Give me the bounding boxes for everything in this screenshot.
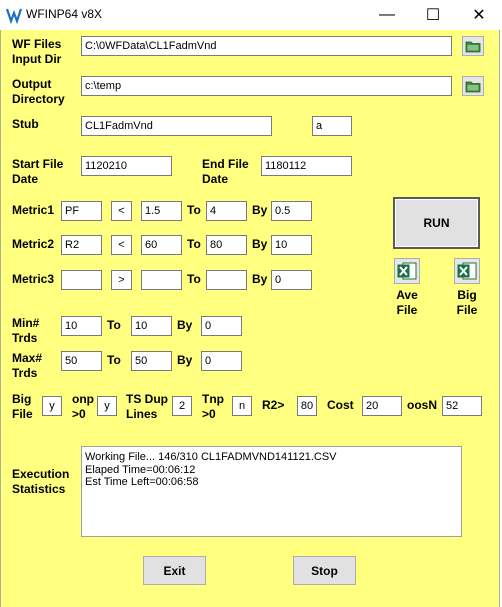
app-logo-icon bbox=[5, 6, 23, 24]
output-dir-label: Output Directory bbox=[12, 77, 65, 106]
metric2-label: Metric2 bbox=[12, 237, 55, 251]
big-file-button[interactable] bbox=[454, 258, 480, 284]
metric3-by-label: By bbox=[252, 272, 268, 286]
close-icon: ✕ bbox=[472, 7, 486, 24]
metric2-operator-input[interactable]: < bbox=[111, 235, 132, 255]
execution-statistics-label: Execution Statistics bbox=[12, 467, 70, 496]
execution-statistics-box[interactable]: Working File... 146/310 CL1FADMVND141121… bbox=[81, 446, 462, 537]
metric2-name-input[interactable]: R2 bbox=[61, 235, 102, 255]
stub-input[interactable]: CL1FadmVnd bbox=[81, 116, 272, 136]
end-date-input[interactable]: 1180112 bbox=[261, 156, 352, 176]
exit-button[interactable]: Exit bbox=[143, 556, 206, 585]
stop-button[interactable]: Stop bbox=[293, 556, 356, 585]
onp-label: onp >0 bbox=[72, 392, 94, 421]
min-trds-by-input[interactable]: 0 bbox=[201, 316, 242, 336]
execution-line: Est Time Left=00:06:58 bbox=[85, 476, 199, 488]
folder-icon bbox=[465, 81, 481, 92]
wf-files-input[interactable]: C:\0WFData\CL1FadmVnd bbox=[81, 36, 452, 56]
r2-input[interactable]: 80 bbox=[297, 396, 317, 416]
max-trds-by-label: By bbox=[177, 353, 193, 367]
ts-dup-input[interactable]: 2 bbox=[172, 396, 192, 416]
r2-label: R2> bbox=[262, 398, 285, 412]
execution-line: Working File... 146/310 CL1FADMVND141121… bbox=[85, 451, 337, 463]
start-date-input[interactable]: 1120210 bbox=[81, 156, 172, 176]
metric1-operator-input[interactable]: < bbox=[111, 201, 132, 221]
metric1-label: Metric1 bbox=[12, 203, 55, 217]
min-trds-to-label: To bbox=[107, 318, 121, 332]
max-trds-label: Max# Trds bbox=[12, 351, 43, 380]
wf-files-label: WF Files Input Dir bbox=[12, 37, 62, 66]
metric2-by-label: By bbox=[252, 237, 268, 251]
oosn-input[interactable]: 52 bbox=[442, 396, 482, 416]
cost-input[interactable]: 20 bbox=[362, 396, 402, 416]
title-bar: WFINP64 v8X — ☐ ✕ bbox=[0, 0, 502, 30]
window-title: WFINP64 v8X bbox=[26, 7, 103, 21]
minimize-icon: — bbox=[379, 6, 395, 23]
big-file-option-label: Big File bbox=[12, 392, 33, 421]
metric3-to-label: To bbox=[187, 272, 201, 286]
metric1-by-input[interactable]: 0.5 bbox=[271, 201, 312, 221]
wf-browse-button[interactable] bbox=[462, 36, 484, 56]
execution-line: Elaped Time=00:06:12 bbox=[85, 463, 196, 476]
output-dir-input[interactable]: c:\temp bbox=[81, 76, 452, 96]
metric1-name-input[interactable]: PF bbox=[61, 201, 102, 221]
big-file-action-label: Big File bbox=[456, 288, 478, 317]
output-browse-button[interactable] bbox=[462, 76, 484, 96]
min-trds-to-input[interactable]: 10 bbox=[131, 316, 172, 336]
metric2-to-input[interactable]: 80 bbox=[206, 235, 247, 255]
big-file-option-input[interactable]: y bbox=[42, 396, 62, 416]
excel-icon bbox=[457, 262, 477, 280]
metric2-to-label: To bbox=[187, 237, 201, 251]
metric3-label: Metric3 bbox=[12, 272, 55, 286]
minimize-button[interactable]: — bbox=[364, 0, 410, 30]
min-trds-from-input[interactable]: 10 bbox=[61, 316, 102, 336]
metric1-to-input[interactable]: 4 bbox=[206, 201, 247, 221]
ave-file-label: Ave File bbox=[396, 288, 418, 317]
max-trds-to-label: To bbox=[107, 353, 121, 367]
metric1-by-label: By bbox=[252, 203, 268, 217]
max-trds-to-input[interactable]: 50 bbox=[131, 351, 172, 371]
oosn-label: oosN bbox=[407, 398, 437, 412]
ts-dup-label: TS Dup Lines bbox=[126, 392, 168, 421]
metric1-from-input[interactable]: 1.5 bbox=[141, 201, 182, 221]
metric3-from-input[interactable] bbox=[141, 270, 182, 290]
start-date-label: Start File Date bbox=[12, 157, 64, 186]
folder-icon bbox=[465, 41, 481, 52]
maximize-button[interactable]: ☐ bbox=[410, 0, 456, 30]
min-trds-label: Min# Trds bbox=[12, 316, 40, 345]
metric3-operator-input[interactable]: > bbox=[111, 270, 132, 290]
main-form: WF Files Input Dir C:\0WFData\CL1FadmVnd … bbox=[0, 30, 500, 607]
min-trds-by-label: By bbox=[177, 318, 193, 332]
end-date-label: End File Date bbox=[202, 157, 249, 186]
excel-icon bbox=[397, 262, 417, 280]
metric3-to-input[interactable] bbox=[206, 270, 247, 290]
metric3-name-input[interactable] bbox=[61, 270, 102, 290]
metric1-to-label: To bbox=[187, 203, 201, 217]
run-button[interactable]: RUN bbox=[393, 197, 480, 249]
tnp-input[interactable]: n bbox=[232, 396, 252, 416]
close-button[interactable]: ✕ bbox=[456, 0, 502, 30]
maximize-icon: ☐ bbox=[425, 7, 441, 24]
tnp-label: Tnp >0 bbox=[202, 392, 224, 421]
stub-label: Stub bbox=[12, 117, 39, 131]
max-trds-from-input[interactable]: 50 bbox=[61, 351, 102, 371]
max-trds-by-input[interactable]: 0 bbox=[201, 351, 242, 371]
metric2-by-input[interactable]: 10 bbox=[271, 235, 312, 255]
metric2-from-input[interactable]: 60 bbox=[141, 235, 182, 255]
stub-suffix-input[interactable]: a bbox=[312, 116, 352, 136]
metric3-by-input[interactable]: 0 bbox=[271, 270, 312, 290]
cost-label: Cost bbox=[327, 398, 354, 412]
onp-input[interactable]: y bbox=[97, 396, 117, 416]
ave-file-button[interactable] bbox=[394, 258, 420, 284]
